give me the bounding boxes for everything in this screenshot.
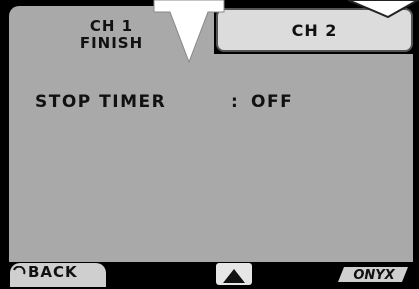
down-arrow-icon (153, 0, 225, 64)
back-arrow-icon (13, 266, 26, 275)
logo-text: ONYX (353, 268, 395, 283)
tab-ch1-label: CH 1 (89, 17, 134, 35)
setting-value: OFF (251, 92, 294, 112)
device-screen: CH 1 FINISH CH 2 STOP TIMER : OFF BACK O… (0, 0, 419, 287)
setting-separator: : (231, 92, 240, 112)
up-triangle-icon (223, 269, 245, 283)
corner-arrow-icon (348, 0, 419, 19)
tab-ch2-label: CH 2 (291, 20, 338, 40)
tab-ch1-sublabel: FINISH (79, 34, 144, 52)
back-button[interactable]: BACK (10, 263, 106, 287)
back-label: BACK (28, 263, 78, 281)
settings-panel: STOP TIMER : OFF (9, 54, 413, 262)
up-button[interactable] (216, 263, 252, 285)
setting-label: STOP TIMER (35, 92, 167, 112)
onyx-logo: ONYX (338, 267, 408, 283)
